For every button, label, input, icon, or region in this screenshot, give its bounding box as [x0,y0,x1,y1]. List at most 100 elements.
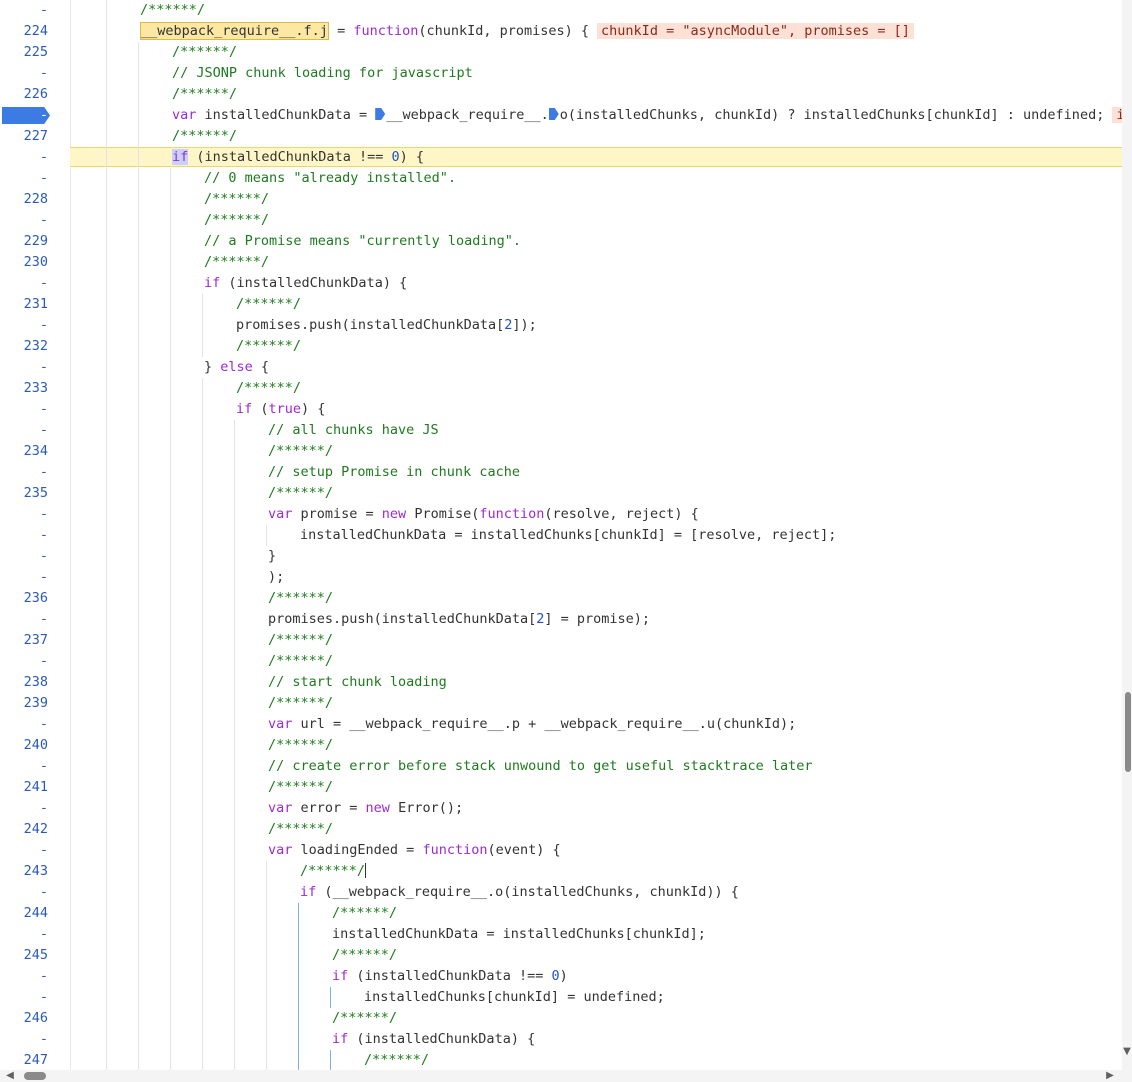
line-number[interactable]: - [0,0,48,21]
code-line[interactable]: 236 /******/ [0,588,1122,609]
code-line[interactable]: - installedChunks[chunkId] = undefined; [0,987,1122,1008]
code-line[interactable]: - // create error before stack unwound to… [0,756,1122,777]
line-number[interactable]: - [0,798,48,819]
line-number[interactable]: 238 [0,672,48,693]
code-line[interactable]: 238 // start chunk loading [0,672,1122,693]
line-number[interactable]: 228 [0,189,48,210]
line-number[interactable]: - [0,756,48,777]
scroll-right-icon[interactable]: ▶ [1104,1070,1116,1082]
code-line[interactable]: - var loadingEnded = function(event) { [0,840,1122,861]
code-line[interactable]: 232 /******/ [0,336,1122,357]
code-line[interactable]: - var url = __webpack_require__.p + __web… [0,714,1122,735]
line-number[interactable]: - [0,504,48,525]
code-line[interactable]: - if (installedChunkData) { [0,273,1122,294]
code-line[interactable]: - if (__webpack_require__.o(installedChun… [0,882,1122,903]
code-line[interactable]: - var promise = new Promise(function(reso… [0,504,1122,525]
code-line[interactable]: - installedChunkData = installedChunks[ch… [0,525,1122,546]
code-line[interactable]: - promises.push(installedChunkData[2]); [0,315,1122,336]
code-line[interactable]: - /******/ [0,651,1122,672]
code-line[interactable]: 246 /******/ [0,1008,1122,1029]
line-number[interactable]: 234 [0,441,48,462]
line-number[interactable]: - [0,525,48,546]
line-number[interactable]: - [0,609,48,630]
line-number[interactable]: - [0,924,48,945]
inline-breakpoint-icon[interactable] [375,108,386,120]
code-editor[interactable]: - /******/ 224 __webpack_require__.f.j = fu… [0,0,1122,1070]
line-number[interactable]: - [0,420,48,441]
code-line[interactable]: - /******/ [0,210,1122,231]
code-line[interactable]: -} else { [0,357,1122,378]
code-line[interactable]: - // 0 means "already installed". [0,168,1122,189]
code-line[interactable]: 242 /******/ [0,819,1122,840]
line-number[interactable]: 232 [0,336,48,357]
line-number[interactable]: 242 [0,819,48,840]
line-number[interactable]: 226 [0,84,48,105]
code-line[interactable]: - // setup Promise in chunk cache [0,462,1122,483]
vertical-scroll-thumb[interactable] [1125,692,1131,772]
scroll-left-icon[interactable]: ◀ [4,1070,16,1082]
code-line[interactable]: - if (installedChunkData !== 0) { [0,147,1122,168]
line-number[interactable]: 243 [0,861,48,882]
code-line[interactable]: 247 /******/ [0,1050,1122,1070]
line-number[interactable]: 224 [0,21,48,42]
line-number[interactable]: 235 [0,483,48,504]
line-number[interactable]: - [0,63,48,84]
line-number[interactable]: 240 [0,735,48,756]
code-line[interactable]: - promises.push(installedChunkData[2] = p… [0,609,1122,630]
line-number[interactable]: 231 [0,294,48,315]
code-line[interactable]: 234 /******/ [0,441,1122,462]
line-number[interactable]: - [0,462,48,483]
line-number[interactable]: 241 [0,777,48,798]
horizontal-scrollbar[interactable]: ◀ ▶ [0,1070,1122,1082]
code-line[interactable]: 244 /******/ [0,903,1122,924]
code-line[interactable]: 245 /******/ [0,945,1122,966]
code-line[interactable]: - /******/ [0,0,1122,21]
code-line[interactable]: -); [0,567,1122,588]
code-line[interactable]: - if (installedChunkData !== 0) [0,966,1122,987]
code-line[interactable]: -} [0,546,1122,567]
vertical-scrollbar[interactable]: ▼ [1122,0,1132,1082]
code-line[interactable]: 235 /******/ [0,483,1122,504]
line-number[interactable]: 225 [0,42,48,63]
line-number[interactable]: 245 [0,945,48,966]
code-line[interactable]: 241 /******/ [0,777,1122,798]
line-number[interactable]: - [0,168,48,189]
line-number[interactable]: - [0,105,48,126]
line-number[interactable]: 247 [0,1050,48,1070]
line-number[interactable]: - [0,966,48,987]
code-line[interactable]: 225 /******/ [0,42,1122,63]
line-number[interactable]: 227 [0,126,48,147]
line-number[interactable]: - [0,357,48,378]
line-number[interactable]: 237 [0,630,48,651]
line-number[interactable]: - [0,315,48,336]
code-line[interactable]: 243 /******/ [0,861,1122,882]
line-number[interactable]: - [0,399,48,420]
line-number[interactable]: - [0,273,48,294]
code-line[interactable]: - // JSONP chunk loading for javascript [0,63,1122,84]
inline-breakpoint-icon[interactable] [548,108,559,120]
line-number[interactable]: 236 [0,588,48,609]
code-line[interactable]: 227 /******/ [0,126,1122,147]
line-number[interactable]: - [0,147,48,168]
line-number[interactable]: - [0,210,48,231]
horizontal-scroll-thumb[interactable] [24,1072,46,1080]
code-line[interactable]: - if (installedChunkData) { [0,1029,1122,1050]
line-number[interactable]: - [0,882,48,903]
line-number[interactable]: 239 [0,693,48,714]
line-number[interactable]: - [0,987,48,1008]
line-number[interactable]: - [0,567,48,588]
code-line[interactable]: 239 /******/ [0,693,1122,714]
code-line[interactable]: 237 /******/ [0,630,1122,651]
code-line[interactable]: 229 // a Promise means "currently loading… [0,231,1122,252]
line-number[interactable]: - [0,1029,48,1050]
code-line[interactable]: - var error = new Error(); [0,798,1122,819]
line-number[interactable]: 246 [0,1008,48,1029]
line-number[interactable]: 230 [0,252,48,273]
line-number[interactable]: 233 [0,378,48,399]
line-number[interactable]: - [0,714,48,735]
code-line[interactable]: - // all chunks have JS [0,420,1122,441]
line-number[interactable]: - [0,546,48,567]
line-number[interactable]: - [0,651,48,672]
code-line[interactable]: 233 /******/ [0,378,1122,399]
line-number[interactable]: - [0,840,48,861]
